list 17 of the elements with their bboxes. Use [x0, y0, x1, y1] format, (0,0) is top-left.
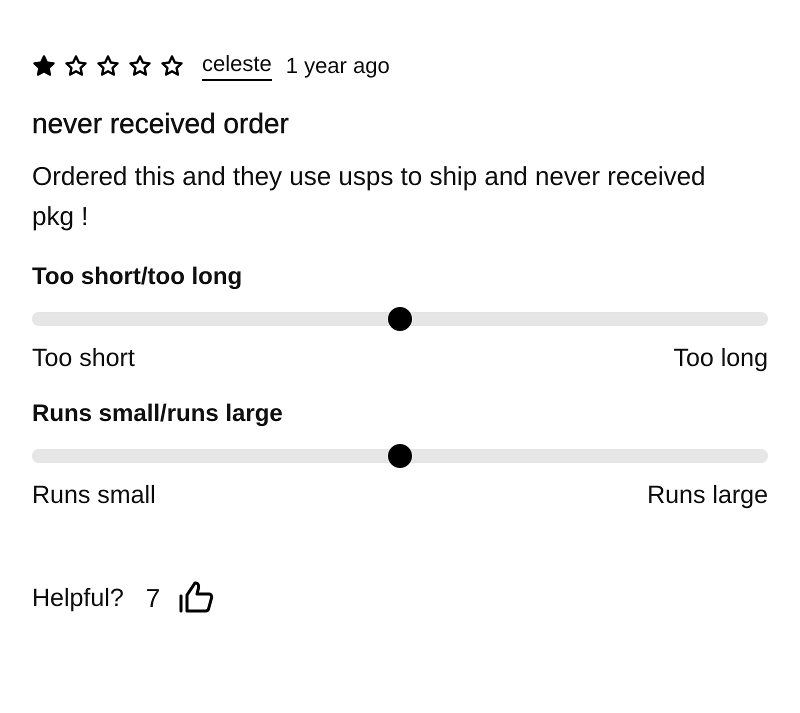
empty-star-icon: [96, 54, 120, 78]
empty-star-icon: [160, 54, 184, 78]
helpful-count: 7: [146, 582, 160, 614]
max-label: Too long: [673, 344, 768, 373]
review-time: 1 year ago: [286, 53, 390, 79]
empty-star-icon: [64, 54, 88, 78]
author-link[interactable]: celeste: [202, 51, 272, 81]
min-label: Too short: [32, 344, 135, 373]
max-label: Runs large: [647, 481, 768, 510]
helpful-label: Helpful?: [32, 584, 124, 612]
filled-star-icon: [32, 54, 56, 78]
fit-heading: Runs small/runs large: [32, 399, 284, 429]
review-title: never received order: [32, 108, 290, 140]
min-label: Runs small: [32, 481, 156, 510]
fit-heading: Too short/too long: [32, 262, 244, 292]
review-body: Ordered this and they use usps to ship and never received pkg !: [32, 160, 707, 233]
empty-star-icon: [128, 54, 152, 78]
